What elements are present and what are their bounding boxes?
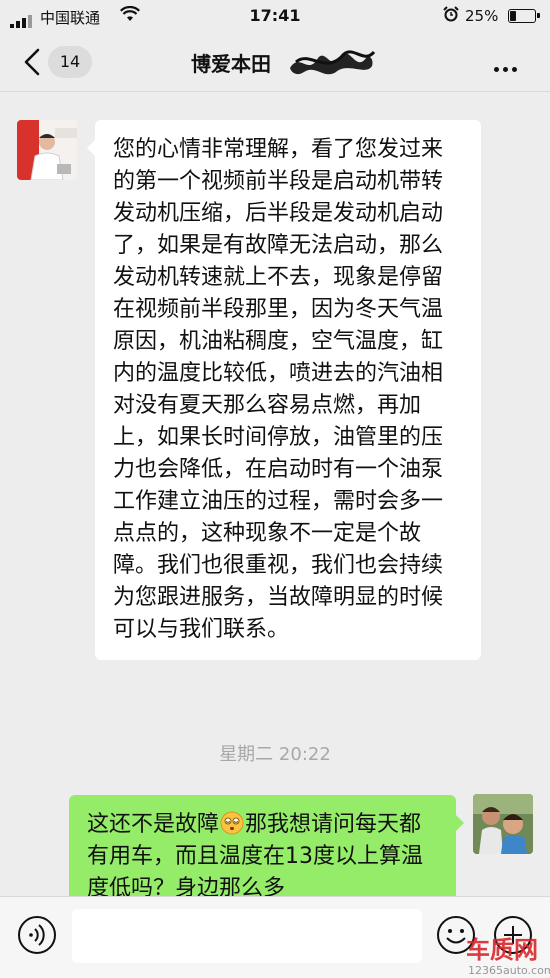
chat-title-text: 博爱本田: [191, 52, 271, 76]
avatar-image: [17, 120, 77, 180]
watermark-url: 12365auto.com: [468, 964, 550, 977]
message-bubble-received[interactable]: 您的心情非常理解，看了您发过来的第一个视频前半段是启动机带转发动机压缩，后半段是…: [87, 120, 481, 660]
watermark-logo: 车质网 12365auto.com: [466, 936, 550, 977]
alarm-icon: [443, 6, 459, 22]
voice-icon[interactable]: [17, 915, 57, 955]
watermark-logo-text: 车质网: [466, 936, 538, 964]
dizzy-face-emoji: [220, 811, 244, 835]
contact-avatar[interactable]: [17, 120, 77, 180]
redaction-scribble: [290, 50, 376, 75]
message-input[interactable]: [72, 909, 422, 963]
message-text: 这还不是故障: [87, 812, 220, 837]
message-text: 您的心情非常理解，看了您发过来的第一个视频前半段是启动机带转发动机压缩，后半段是…: [113, 137, 444, 642]
chat-header: 14 博爱本田: [0, 32, 550, 92]
chat-title: 博爱本田: [0, 48, 550, 77]
battery-icon: [508, 9, 540, 23]
avatar-image: [473, 794, 533, 854]
status-bar: 中国联通 17:41 25%: [0, 0, 550, 32]
self-avatar[interactable]: [473, 794, 533, 854]
message-timestamp: 星期二 20:22: [219, 744, 331, 765]
ellipsis-icon[interactable]: [494, 57, 524, 72]
battery-percent: 25%: [465, 7, 499, 25]
